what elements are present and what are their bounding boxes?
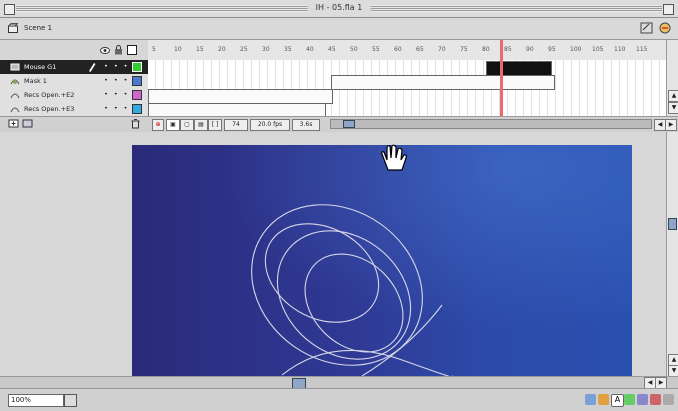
ruler-tick-label: 70 <box>438 46 446 53</box>
zoom-menu-button[interactable] <box>64 394 77 407</box>
ruler-tick-label: 105 <box>592 46 604 53</box>
timeline-hscroll-thumb[interactable] <box>343 120 355 128</box>
layer-visibility-dots[interactable]: ••• <box>104 76 134 84</box>
close-box-button[interactable] <box>4 4 15 15</box>
onion-outlines-button[interactable]: ▢ <box>180 119 194 131</box>
stage-vscroll-thumb[interactable] <box>668 218 677 230</box>
frames-grid[interactable] <box>148 60 668 118</box>
timeline-controls: ⊕ ▣ ▢ ▤ [ ] 74 20.0 fps 3.6s ◀ ▶ <box>0 116 678 131</box>
ruler-tick-label: 80 <box>482 46 490 53</box>
layer-row-recs-e2[interactable]: Recs Open.+E2 ••• <box>0 88 148 103</box>
ruler-tick-label: 60 <box>394 46 402 53</box>
onion-skin-button[interactable]: ▣ <box>166 119 180 131</box>
timeline-panel: 5 10 15 20 25 30 35 40 45 50 55 60 65 70 75 80 85 90 95 100… <box>0 40 678 131</box>
modify-onion-markers-button[interactable]: [ ] <box>208 119 222 131</box>
ruler-tick-label: 55 <box>372 46 380 53</box>
mask-layer-icon <box>10 79 20 85</box>
layer-name: Recs Open.+E2 <box>24 91 75 99</box>
layer-name: Recs Open.+E3 <box>24 105 75 113</box>
playhead[interactable] <box>500 40 503 116</box>
timeline-hscrollbar[interactable] <box>330 119 652 129</box>
ruler-tick-label: 50 <box>350 46 358 53</box>
info-panel-icon[interactable] <box>585 394 596 405</box>
stage-vscrollbar[interactable]: ▲ ▼ <box>666 132 678 377</box>
ruler-tick-label: 110 <box>614 46 626 53</box>
lock-icon[interactable] <box>114 45 123 55</box>
pencil-icon <box>89 63 96 72</box>
ruler-tick-label: 65 <box>416 46 424 53</box>
timeline-scrollbar[interactable]: ▲ ▼ <box>666 40 678 116</box>
layer-row-mouse[interactable]: Mouse G1 ••• <box>0 60 148 75</box>
ruler-tick-label: 25 <box>240 46 248 53</box>
layer-visibility-dots[interactable]: ••• <box>104 62 134 70</box>
instance-panel-icon[interactable] <box>624 394 635 405</box>
scroll-down-button[interactable]: ▼ <box>668 102 678 114</box>
status-bar: 100% A <box>0 388 678 411</box>
ruler-tick-label: 35 <box>284 46 292 53</box>
layer-row-mask[interactable]: Mask 1 ••• <box>0 74 148 89</box>
scroll-up-button[interactable]: ▲ <box>668 90 678 102</box>
window-title-bar[interactable]: IH - 05.fla 1 <box>0 0 678 18</box>
zoom-box-button[interactable] <box>663 4 674 15</box>
zoom-field[interactable]: 100% <box>8 394 64 407</box>
outline-toggle-icon[interactable] <box>127 45 137 55</box>
library-panel-icon[interactable] <box>650 394 661 405</box>
layer-name: Mouse G1 <box>24 63 57 71</box>
layer-outline-color[interactable] <box>132 62 142 72</box>
movie-explorer-icon[interactable] <box>663 394 674 405</box>
ruler-tick-label: 10 <box>174 46 182 53</box>
layer-header <box>0 40 149 60</box>
ruler-tick-label: 40 <box>306 46 314 53</box>
elapsed-time-display: 3.6s <box>292 119 320 131</box>
add-guide-layer-icon[interactable] <box>22 118 33 129</box>
frame-ruler[interactable]: 5 10 15 20 25 30 35 40 45 50 55 60 65 70 75 80 85 90 95 100… <box>148 40 668 61</box>
align-panel-icon[interactable] <box>637 394 648 405</box>
ruler-tick-label: 100 <box>570 46 582 53</box>
spiral-outline-artwork <box>251 204 454 376</box>
scene-clapper-icon <box>8 23 18 33</box>
layer-visibility-dots[interactable]: ••• <box>104 90 134 98</box>
ruler-tick-label: 115 <box>636 46 648 53</box>
timeline-scroll-right-button[interactable]: ▶ <box>665 119 677 131</box>
stage-canvas[interactable] <box>132 145 632 376</box>
show-hide-eye-icon[interactable] <box>100 46 110 55</box>
layer-visibility-dots[interactable]: ••• <box>104 104 134 112</box>
ruler-tick-label: 75 <box>460 46 468 53</box>
guide-layer-icon <box>10 93 20 99</box>
color-mixer-icon[interactable] <box>598 394 609 405</box>
ruler-tick-label: 20 <box>218 46 226 53</box>
frame-rate-display: 20.0 fps <box>250 119 290 131</box>
center-frame-button[interactable]: ⊕ <box>152 119 164 131</box>
layer-row-recs-e3[interactable]: Recs Open.+E3 ••• <box>0 102 148 117</box>
ruler-tick-label: 30 <box>262 46 270 53</box>
add-layer-icon[interactable] <box>8 118 19 129</box>
layer-outline-color[interactable] <box>132 90 142 100</box>
character-panel-icon[interactable]: A <box>611 394 624 407</box>
ruler-tick-label: 15 <box>196 46 204 53</box>
ruler-tick-label: 90 <box>526 46 534 53</box>
ruler-tick-label: 95 <box>548 46 556 53</box>
stage-workspace[interactable] <box>0 132 666 376</box>
edit-symbols-icon[interactable] <box>658 21 672 35</box>
trash-icon[interactable] <box>130 118 141 129</box>
guide-layer-icon <box>10 107 20 113</box>
frame-span-mask[interactable] <box>331 75 555 90</box>
selected-frame-span[interactable] <box>486 61 552 76</box>
scene-bar: Scene 1 <box>0 18 678 40</box>
frame-span-e2[interactable] <box>148 89 333 104</box>
edit-multiple-frames-button[interactable]: ▤ <box>194 119 208 131</box>
hand-cursor-icon <box>381 144 407 171</box>
edit-scene-icon[interactable] <box>640 21 654 35</box>
ruler-tick-label: 45 <box>328 46 336 53</box>
layer-name: Mask 1 <box>24 77 47 85</box>
layer-outline-color[interactable] <box>132 104 142 114</box>
scene-label[interactable]: Scene 1 <box>24 24 52 32</box>
layer-outline-color[interactable] <box>132 76 142 86</box>
ruler-tick-label: 85 <box>504 46 512 53</box>
stage-hscrollbar[interactable]: ◀ ▶ <box>0 376 678 389</box>
ruler-tick-label: 5 <box>152 46 156 53</box>
layer-icon <box>10 63 20 71</box>
current-frame-display: 74 <box>224 119 248 131</box>
window-title: IH - 05.fla 1 <box>307 3 371 12</box>
